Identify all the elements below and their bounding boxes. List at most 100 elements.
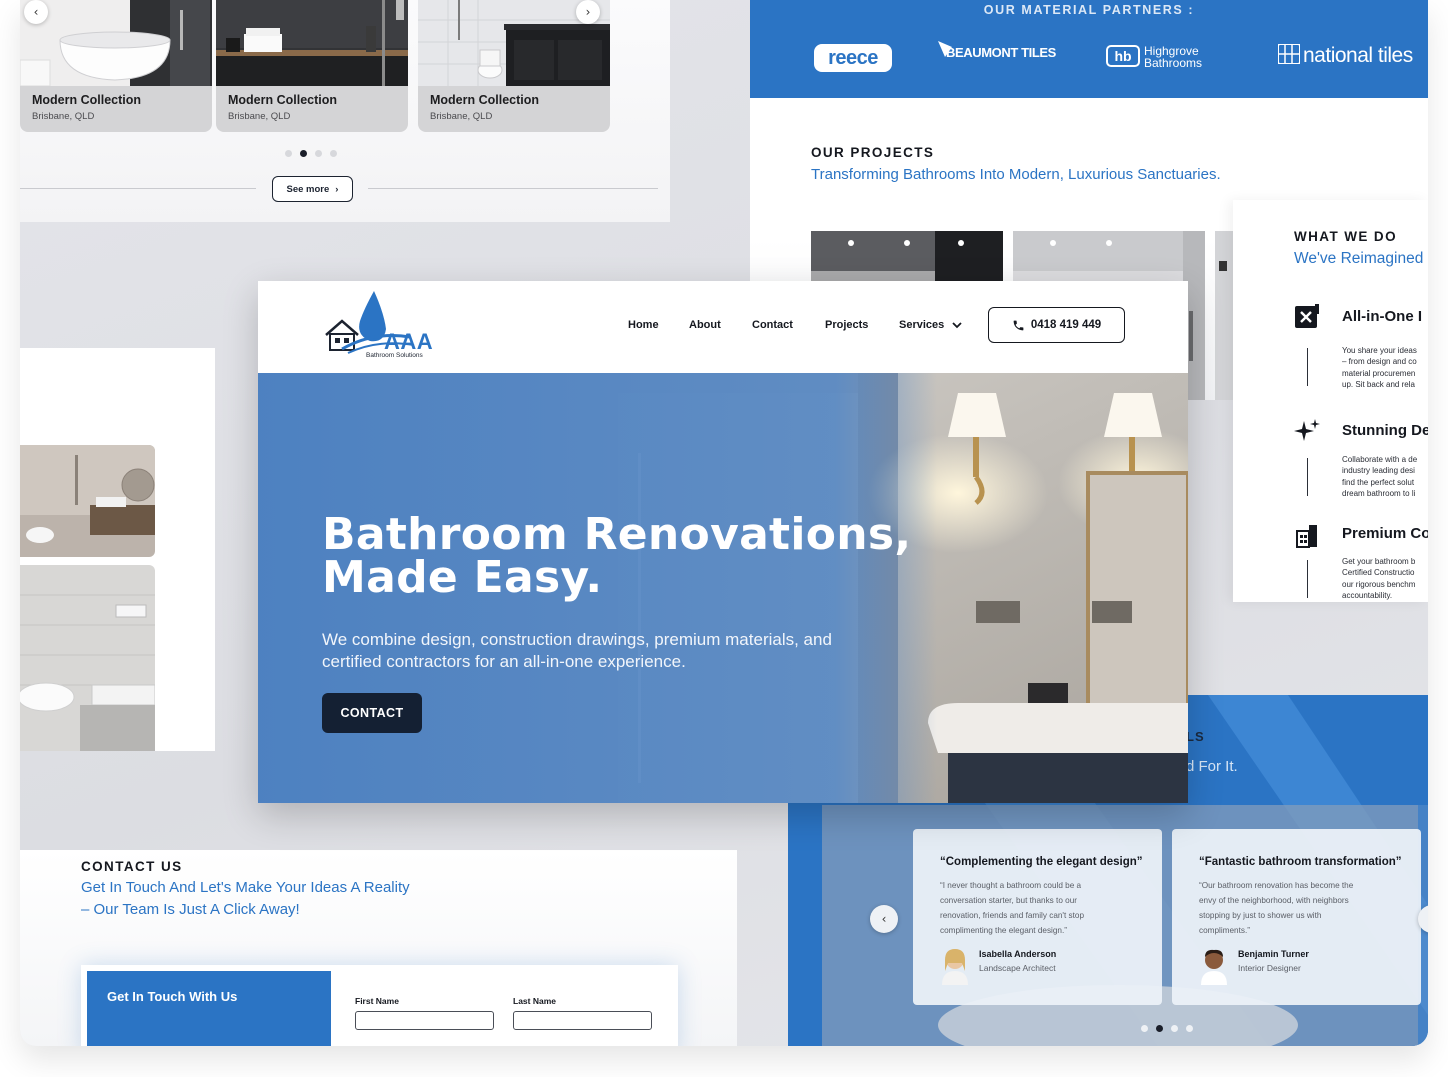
- testimonials-subtitle-fragment: d For It.: [1186, 758, 1238, 775]
- reece-logo: reece: [814, 44, 892, 72]
- beaumont-tiles-text: BEAUMONT TILES: [946, 45, 1056, 60]
- beaumont-mark-icon: [938, 41, 952, 57]
- testimonial-quote-title: “Complementing the elegant design”: [940, 856, 1143, 868]
- form-side-panel: Get In Touch With Us: [87, 971, 331, 1046]
- showcase-canvas: Modern Collection Brisbane, QLD Modern C…: [20, 0, 1428, 1046]
- service-description: You share your ideas – from design and c…: [1342, 346, 1417, 389]
- avatar: [942, 949, 968, 985]
- pagination-dot-active[interactable]: [300, 150, 307, 157]
- testimonial-role: Interior Designer: [1238, 963, 1301, 973]
- chevron-right-icon: ›: [585, 5, 591, 19]
- project-image: [216, 0, 408, 86]
- nav-about[interactable]: About: [689, 319, 721, 331]
- gallery-image[interactable]: [20, 565, 155, 751]
- national-tiles-grid-icon: [1277, 43, 1301, 65]
- contact-eyebrow: CONTACT US: [81, 859, 183, 874]
- contact-subtitle-line1: Get In Touch And Let's Make Your Ideas A…: [81, 879, 410, 896]
- project-title: Modern Collection: [228, 93, 338, 107]
- contact-cta-button[interactable]: CONTACT: [322, 693, 422, 733]
- pagination-dot[interactable]: [1141, 1025, 1148, 1032]
- partners-title: OUR MATERIAL PARTNERS :: [983, 3, 1195, 17]
- sparkles-icon: [1294, 419, 1320, 441]
- carousel-pagination: [285, 150, 337, 157]
- chevron-right-icon: ›: [335, 183, 339, 195]
- testimonial-body: “Our bathroom renovation has become the …: [1199, 881, 1354, 935]
- service-title: Stunning De: [1342, 422, 1428, 439]
- contact-panel: CONTACT US Get In Touch And Let's Make Y…: [20, 850, 737, 1046]
- contact-form: Get In Touch With Us First Name Last Nam…: [81, 965, 678, 1046]
- chevron-left-icon: ‹: [33, 5, 39, 19]
- timeline-line: [1307, 560, 1308, 598]
- pagination-dot-active[interactable]: [1156, 1025, 1163, 1032]
- projects-subtitle: Transforming Bathrooms Into Modern, Luxu…: [811, 166, 1221, 183]
- project-card[interactable]: Modern Collection Brisbane, QLD: [20, 0, 212, 132]
- phone-icon: [1013, 320, 1024, 330]
- last-name-field[interactable]: [513, 1011, 652, 1030]
- project-caption: Modern Collection Brisbane, QLD: [418, 86, 610, 132]
- divider-line: [368, 188, 658, 189]
- first-name-field[interactable]: [355, 1011, 494, 1030]
- testimonial-body: “I never thought a bathroom could be a c…: [940, 881, 1085, 935]
- what-we-do-panel: WHAT WE DO We've Reimagined All-in-One I…: [1233, 200, 1428, 602]
- pagination-dot[interactable]: [1186, 1025, 1193, 1032]
- project-caption: Modern Collection Brisbane, QLD: [216, 86, 408, 132]
- avatar: [1201, 949, 1227, 985]
- testimonial-author: Isabella Anderson: [979, 949, 1057, 959]
- project-caption: Modern Collection Brisbane, QLD: [20, 86, 212, 132]
- beaumont-tiles-logo: BEAUMONT TILES: [938, 41, 1056, 60]
- chevron-left-icon: ‹: [881, 912, 887, 926]
- project-image: [20, 0, 212, 87]
- partners-bar: OUR MATERIAL PARTNERS : reece BEAUMONT T…: [750, 0, 1428, 98]
- pagination-dot[interactable]: [1171, 1025, 1178, 1032]
- tools-icon: [1295, 304, 1319, 328]
- project-title: Modern Collection: [430, 93, 540, 107]
- service-title: All-in-One I: [1342, 308, 1422, 325]
- hero-banner: Bathroom Renovations, Made Easy. We comb…: [258, 373, 1188, 803]
- gallery-image[interactable]: [20, 445, 155, 557]
- timeline-line: [1307, 458, 1308, 496]
- first-name-label: First Name: [355, 996, 399, 1006]
- nav-services: Services: [899, 319, 945, 331]
- service-title: Premium Co: [1342, 525, 1428, 542]
- hero-subtitle: We combine design, construction drawings…: [322, 630, 832, 671]
- project-location: Brisbane, QLD: [32, 111, 95, 122]
- nav-contact[interactable]: Contact: [752, 319, 793, 331]
- testimonial-prev-button[interactable]: ‹: [870, 905, 898, 933]
- pagination-dot[interactable]: [330, 150, 337, 157]
- national-tiles-logo: national tiles: [1277, 43, 1413, 68]
- logo-tagline: Bathroom Solutions: [366, 352, 423, 359]
- nav-projects[interactable]: Projects: [825, 319, 868, 331]
- project-location: Brisbane, QLD: [228, 111, 291, 122]
- form-title: Get In Touch With Us: [107, 989, 238, 1004]
- projects-carousel-panel: Modern Collection Brisbane, QLD Modern C…: [20, 0, 670, 222]
- site-header: AAA Bathroom Solutions Home About Contac…: [258, 281, 1188, 373]
- see-more-label: See more: [286, 183, 330, 195]
- contact-subtitle-line2: – Our Team Is Just A Click Away!: [81, 901, 300, 918]
- testimonial-pagination: [1141, 1025, 1193, 1032]
- national-tiles-text: national tiles: [1303, 44, 1413, 67]
- bathrooms-text: Bathrooms: [1144, 56, 1203, 70]
- see-more-button[interactable]: See more ›: [272, 176, 353, 202]
- divider-line: [20, 188, 256, 189]
- project-location: Brisbane, QLD: [430, 111, 493, 122]
- what-we-do-subtitle: We've Reimagined: [1294, 250, 1424, 267]
- nav-services-dropdown[interactable]: Services: [899, 319, 962, 331]
- project-card[interactable]: Modern Collection Brisbane, QLD: [216, 0, 408, 132]
- pagination-dot[interactable]: [285, 150, 292, 157]
- hero-title: Bathroom Renovations, Made Easy.: [322, 509, 912, 600]
- testimonial-role: Landscape Architect: [979, 963, 1056, 973]
- carousel-prev-button[interactable]: ‹: [24, 0, 48, 24]
- testimonial-card: “Complementing the elegant design” “I ne…: [913, 829, 1162, 1005]
- project-title: Modern Collection: [32, 93, 142, 107]
- phone-button[interactable]: 0418 419 449: [988, 307, 1125, 343]
- testimonial-quote-title: “Fantastic bathroom transformation”: [1199, 856, 1402, 868]
- gallery-panel: [20, 348, 215, 751]
- hero-title-line1: Bathroom Renovations,: [322, 509, 912, 560]
- aaa-logo[interactable]: AAA Bathroom Solutions: [322, 291, 437, 363]
- nav-home[interactable]: Home: [628, 319, 659, 331]
- timeline-line: [1307, 348, 1308, 386]
- chevron-down-icon: [952, 321, 962, 328]
- carousel-next-button[interactable]: ›: [576, 0, 600, 24]
- project-thumbnail[interactable]: [1215, 231, 1235, 400]
- pagination-dot[interactable]: [315, 150, 322, 157]
